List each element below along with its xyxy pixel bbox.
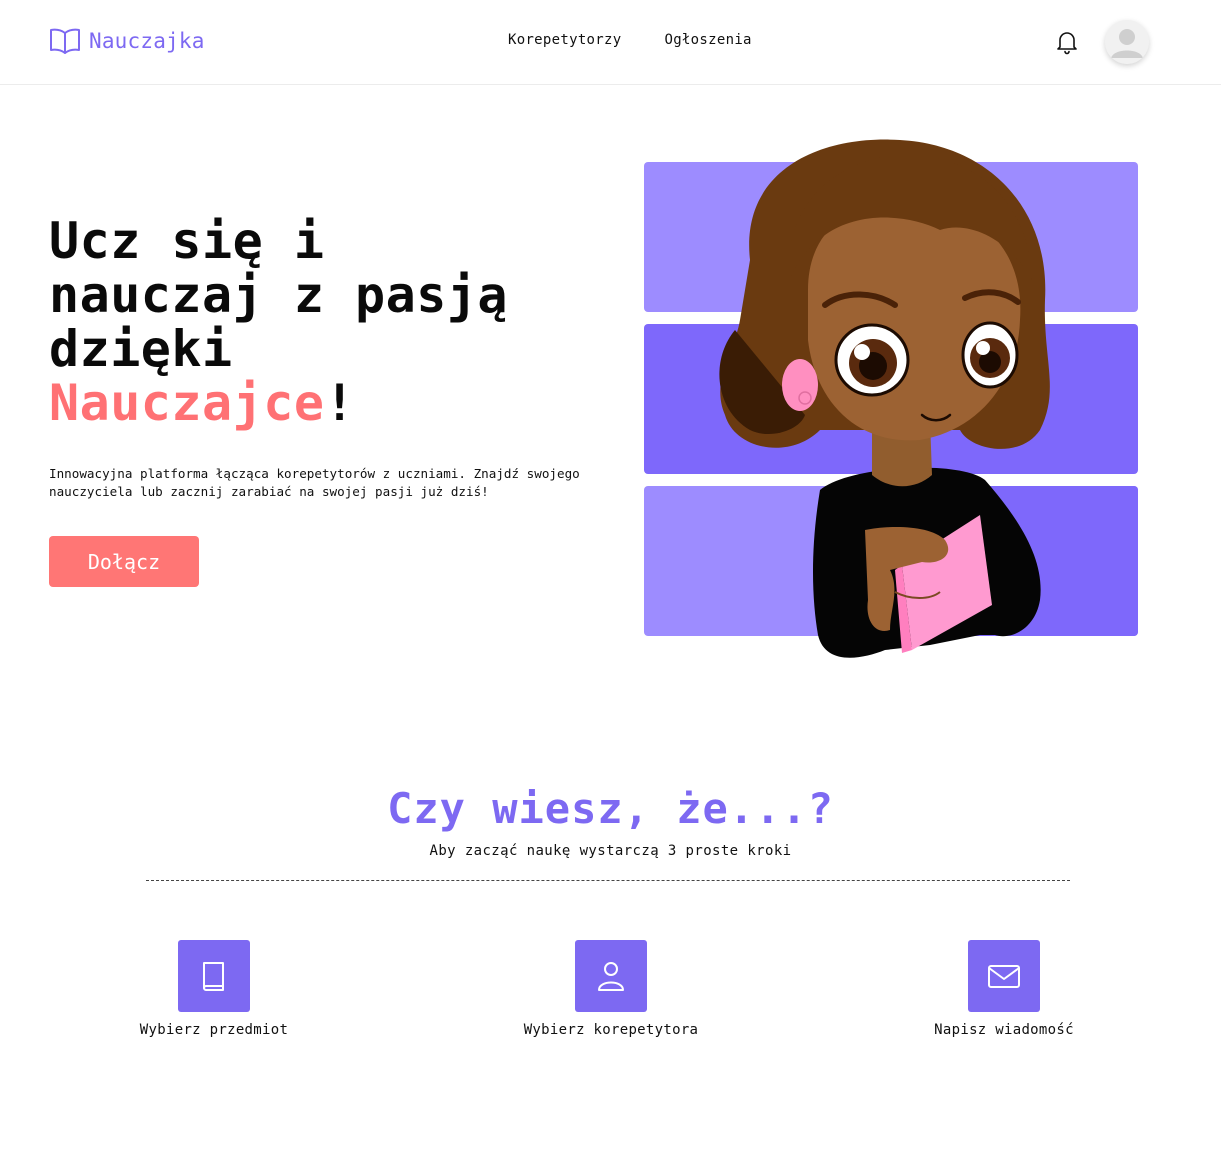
step-label-tutor: Wybierz korepetytora xyxy=(523,1022,699,1038)
main-nav: Korepetytorzy Ogłoszenia xyxy=(508,32,752,48)
envelope-icon xyxy=(988,965,1020,988)
user-avatar-icon[interactable] xyxy=(1105,20,1149,64)
top-navbar: Nauczajka Korepetytorzy Ogłoszenia xyxy=(0,0,1221,85)
hero-title-accent: Nauczajce xyxy=(49,374,325,432)
join-button[interactable]: Dołącz xyxy=(49,536,199,587)
hero-description: Innowacyjna platforma łącząca korepetyto… xyxy=(49,466,580,499)
step-label-message: Napisz wiadomość xyxy=(934,1022,1074,1038)
bell-icon[interactable] xyxy=(1055,29,1079,55)
section-title: Czy wiesz, że...? xyxy=(387,784,834,833)
step-label-subject: Wybierz przedmiot xyxy=(139,1022,289,1038)
hero-title: Ucz się i nauczaj z pasją dzięki Nauczaj… xyxy=(49,214,609,430)
girl-with-book-illustration xyxy=(719,139,1050,658)
step-choose-tutor[interactable]: Wybierz korepetytora xyxy=(491,940,731,1038)
hero-illustration xyxy=(640,130,1150,670)
step-send-message[interactable]: Napisz wiadomość xyxy=(884,940,1124,1038)
book-open-icon xyxy=(50,28,80,54)
section-divider xyxy=(146,880,1070,881)
step-choose-subject[interactable]: Wybierz przedmiot xyxy=(94,940,334,1038)
brand-name: Nauczajka xyxy=(89,29,205,53)
book-icon xyxy=(203,962,224,991)
hero-title-exclamation: ! xyxy=(324,374,356,432)
nav-link-tutors[interactable]: Korepetytorzy xyxy=(508,32,621,48)
brand-logo-link[interactable]: Nauczajka xyxy=(49,26,205,56)
user-icon xyxy=(598,962,624,991)
nav-link-announcements[interactable]: Ogłoszenia xyxy=(664,32,751,48)
hero-title-line3: dzięki xyxy=(49,320,233,378)
section-subtitle: Aby zacząć naukę wystarczą 3 proste krok… xyxy=(429,843,792,859)
hero-title-line1: Ucz się i xyxy=(49,212,325,270)
hero-title-line2: nauczaj z pasją xyxy=(49,266,509,324)
